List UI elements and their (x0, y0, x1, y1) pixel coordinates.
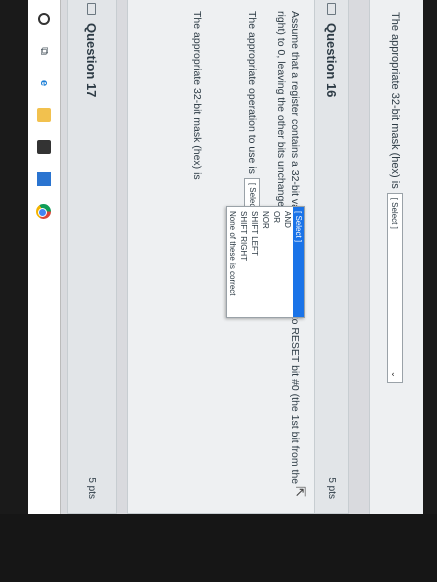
edge-icon[interactable]: e (37, 76, 51, 90)
previous-mask-select[interactable]: [ Select ] ⌄ (387, 192, 403, 383)
previous-mask-select-value: [ Select ] (390, 197, 400, 229)
previous-question-card: The appropriate 32-bit mask (hex) is [ S… (369, 0, 423, 514)
question-16-header: Question 16 5 pts (314, 0, 348, 513)
dropdown-option[interactable]: SHIFT LEFT (249, 207, 260, 317)
store-icon[interactable] (37, 140, 51, 154)
mask-row: The appropriate 32-bit mask (hex) is (190, 11, 204, 497)
dropdown-option[interactable]: None of these is correct (227, 207, 238, 317)
question-17-header: Question 17 5 pts (68, 0, 116, 513)
dropdown-option[interactable]: AND (282, 207, 293, 317)
task-view-icon[interactable]: ⧉ (37, 44, 51, 58)
search-icon[interactable] (37, 12, 51, 26)
question-17-title: Question 17 (84, 23, 100, 98)
question-17-card: Question 17 5 pts (67, 0, 117, 514)
question-17-title-wrap: Question 17 (85, 3, 100, 97)
question-16-title-wrap: Question 16 (324, 3, 339, 97)
chrome-icon[interactable] (36, 204, 52, 219)
file-explorer-icon[interactable] (37, 108, 51, 122)
mask-label: The appropriate 32-bit mask (hex) is (191, 11, 203, 180)
previous-mask-row: The appropriate 32-bit mask (hex) is [ S… (387, 12, 403, 383)
dropdown-option[interactable]: OR (271, 207, 282, 317)
dropdown-option[interactable]: SHIFT RIGHT (238, 207, 249, 317)
rotated-canvas: The appropriate 32-bit mask (hex) is [ S… (28, 0, 423, 514)
dropdown-option[interactable]: NOR (260, 207, 271, 317)
question-16-points: 5 pts (326, 477, 337, 499)
monitor-bezel (0, 514, 437, 582)
previous-mask-label: The appropriate 32-bit mask (hex) is (389, 12, 401, 189)
mouse-cursor-icon: ⇱ (293, 486, 308, 497)
question-17-points: 5 pts (86, 477, 98, 499)
chevron-down-icon: ⌄ (390, 370, 400, 378)
operation-dropdown-list: [ Select ] AND OR NOR SHIFT LEFT SHIFT R… (226, 206, 305, 318)
dropdown-option[interactable]: [ Select ] (293, 207, 304, 317)
question-16-title: Question 16 (324, 23, 339, 98)
photographed-screen: The appropriate 32-bit mask (hex) is [ S… (28, 0, 423, 514)
flag-icon[interactable] (87, 3, 97, 15)
mail-icon[interactable] (37, 172, 51, 186)
flag-icon[interactable] (327, 3, 336, 15)
operation-label: The appropriate operation to use is (246, 11, 258, 174)
windows-taskbar: ⧉ e (28, 0, 61, 514)
